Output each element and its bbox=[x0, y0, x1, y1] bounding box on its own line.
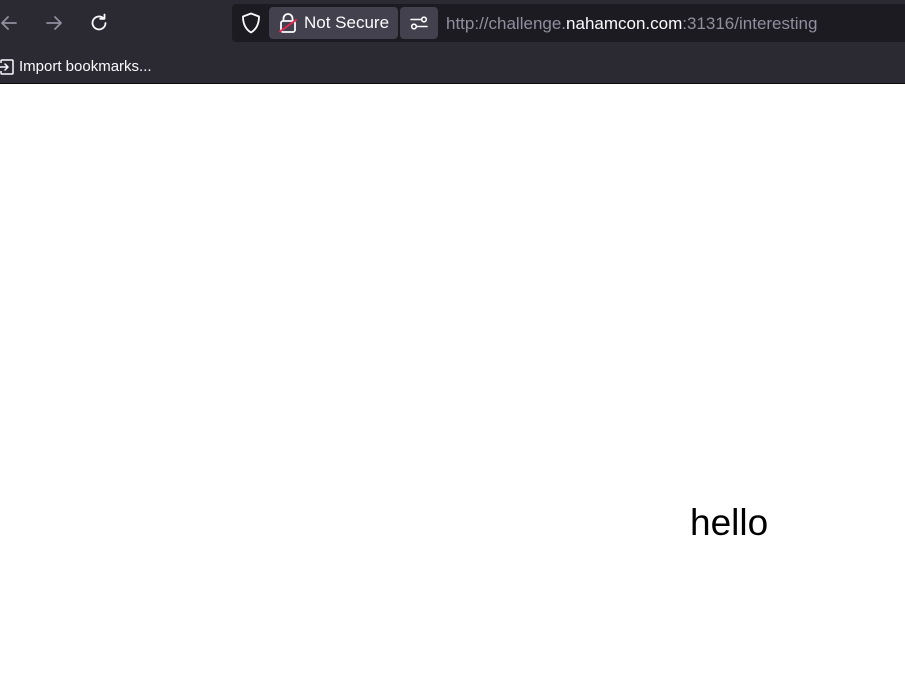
arrow-right-icon bbox=[46, 16, 62, 30]
browser-toolbar: Not Secure http://challenge.nahamcon.com… bbox=[0, 0, 905, 84]
import-bookmarks-button[interactable]: Import bookmarks... bbox=[0, 58, 152, 76]
page-body-text: hello bbox=[690, 502, 769, 543]
url-prefix: http://challenge. bbox=[446, 14, 567, 33]
tracking-protection-button[interactable] bbox=[238, 11, 264, 35]
import-bookmarks-label: Import bookmarks... bbox=[19, 58, 152, 75]
import-icon bbox=[0, 59, 14, 75]
url-text[interactable]: http://challenge.nahamcon.com:31316/inte… bbox=[446, 14, 817, 34]
broken-lock-icon bbox=[279, 13, 297, 33]
bookmarks-toolbar: Import bookmarks... bbox=[0, 55, 152, 79]
site-security-button[interactable]: Not Secure bbox=[269, 7, 398, 39]
reload-icon bbox=[91, 13, 107, 31]
permissions-button[interactable] bbox=[400, 7, 438, 39]
sliders-icon bbox=[410, 16, 428, 30]
security-label: Not Secure bbox=[304, 13, 390, 32]
address-bar[interactable]: Not Secure http://challenge.nahamcon.com… bbox=[232, 4, 905, 42]
shield-icon bbox=[242, 12, 260, 34]
url-suffix: :31316/interesting bbox=[682, 14, 818, 33]
page-content: hello bbox=[0, 84, 905, 691]
forward-button[interactable] bbox=[39, 8, 69, 38]
back-button[interactable] bbox=[0, 8, 24, 38]
arrow-left-icon bbox=[1, 16, 17, 30]
url-domain: nahamcon.com bbox=[566, 14, 683, 33]
reload-button[interactable] bbox=[84, 8, 114, 38]
